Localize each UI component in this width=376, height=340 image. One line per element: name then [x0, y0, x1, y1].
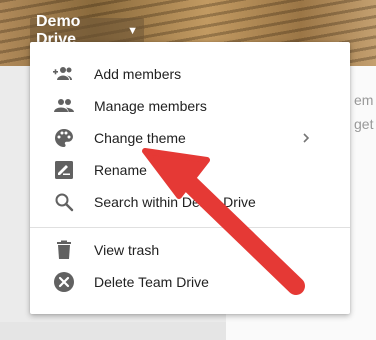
- menu-item-add-members[interactable]: Add members: [30, 58, 350, 90]
- menu-divider: [30, 227, 350, 228]
- menu-item-label: Change theme: [94, 130, 186, 146]
- menu-item-label: View trash: [94, 242, 160, 258]
- caret-down-icon: ▼: [127, 25, 138, 37]
- menu-item-manage-members[interactable]: Manage members: [30, 90, 350, 122]
- delete-circle-icon: [52, 270, 76, 294]
- menu-item-delete-team-drive[interactable]: Delete Team Drive: [30, 266, 350, 298]
- menu-item-search-within-drive[interactable]: Search within Demo Drive: [30, 186, 350, 218]
- drive-context-menu: Add members Manage members Change theme: [30, 42, 350, 314]
- chevron-right-icon: [303, 133, 310, 143]
- menu-item-change-theme[interactable]: Change theme: [30, 122, 350, 154]
- trash-icon: [52, 238, 76, 262]
- menu-item-rename[interactable]: Rename: [30, 154, 350, 186]
- menu-item-label: Add members: [94, 66, 182, 82]
- background-text-line1: em: [354, 92, 374, 108]
- left-strip: [0, 322, 226, 340]
- menu-item-view-trash[interactable]: View trash: [30, 234, 350, 266]
- add-members-icon: [52, 62, 76, 86]
- people-icon: [52, 94, 76, 118]
- menu-item-label: Rename: [94, 162, 147, 178]
- search-icon: [52, 190, 76, 214]
- menu-item-label: Delete Team Drive: [94, 274, 209, 290]
- menu-item-label: Search within Demo Drive: [94, 194, 256, 210]
- drive-name-dropdown[interactable]: Demo Drive ▼: [30, 13, 144, 48]
- palette-icon: [52, 126, 76, 150]
- menu-item-label: Manage members: [94, 98, 207, 114]
- background-text-line2: get: [354, 116, 374, 132]
- rename-icon: [52, 158, 76, 182]
